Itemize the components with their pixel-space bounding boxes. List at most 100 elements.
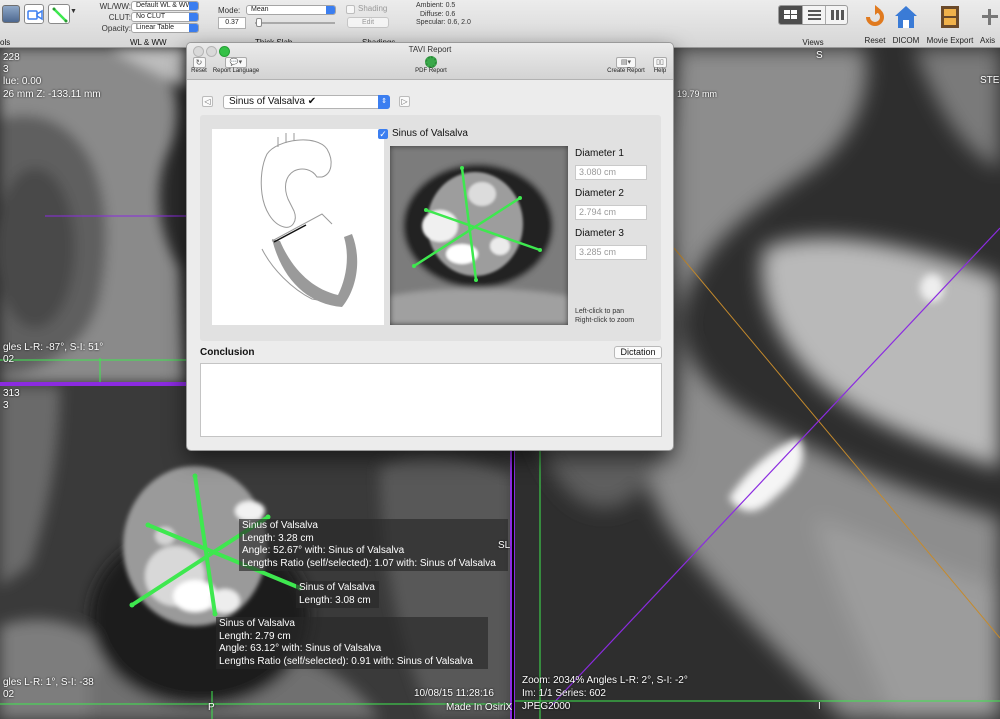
measurement-label-2[interactable]: Sinus of Valsalva Length: 3.08 cm	[296, 581, 379, 608]
window-title: TAVI Report	[408, 45, 452, 54]
pdf-gear-icon	[425, 56, 437, 68]
step-select[interactable]: Sinus of Valsalva ✔ ⇕	[223, 95, 390, 109]
top-left-angles: gles L-R: -87°, S-I: 51°	[3, 342, 104, 353]
tavi-reset-button[interactable]: ↻ Reset	[189, 57, 209, 74]
measurement-1-name: Sinus of Valsalva	[242, 520, 318, 531]
top-left-overlay-line4: 26 mm Z: -133.11 mm	[3, 89, 101, 100]
document-icon: ▤▾	[616, 57, 636, 68]
top-left-overlay-line1: 228	[3, 52, 20, 63]
right-ste-label: STE	[980, 75, 1000, 86]
ambient-value: Ambient: 0.5	[416, 2, 456, 9]
diameter-2-label: Diameter 2	[575, 188, 624, 199]
views-caption: Views	[802, 38, 824, 47]
tool-dropdown-arrow-icon[interactable]: ▼	[70, 8, 77, 15]
create-report-button[interactable]: ▤▾ Create Report	[603, 57, 649, 74]
sinus-checkbox-label: Sinus of Valsalva	[392, 128, 468, 139]
report-language-label: Report Language	[212, 68, 260, 74]
bottom-left-overlay-line1: 313	[3, 388, 20, 399]
tool-3d-icon[interactable]	[2, 5, 20, 23]
reset-circle-icon: ↻	[192, 57, 206, 68]
measurement-label-3[interactable]: Sinus of Valsalva Length: 2.79 cm Angle:…	[216, 617, 488, 669]
right-partial-distance: 19.79 mm	[677, 89, 718, 99]
speech-bubble-icon: 💬▾	[225, 57, 247, 68]
dicom-house-icon	[895, 6, 917, 28]
bottom-left-angles: gles L-R: 1°, S-I: -38	[3, 677, 94, 688]
slab-slider-knob[interactable]	[256, 18, 262, 27]
made-in-osirix: Made In OsiriX	[446, 702, 512, 713]
help-label: Help	[653, 68, 667, 74]
bottom-left-overlay-line2: 3	[3, 400, 9, 411]
main-toolbar: ▼ ols WL/WW: Default WL & WW CLUT: No CL…	[0, 0, 1000, 48]
dictation-button[interactable]: Dictation	[614, 346, 662, 359]
opacity-label: Opacity:	[101, 24, 131, 33]
measure-line-tool-icon[interactable]	[48, 4, 70, 24]
clut-label: CLUT:	[108, 13, 131, 22]
top-left-overlay-line3: lue: 0.00	[3, 76, 42, 87]
slab-thickness-field[interactable]: 0.37	[218, 17, 246, 29]
viewer-top-left[interactable]: 228 3 lue: 0.00 26 mm Z: -133.11 mm gles…	[0, 48, 186, 383]
bottom-left-date: 10/08/15 11:28:16	[414, 688, 494, 699]
help-book-icon: ▯▯	[653, 57, 667, 68]
views-segment	[778, 5, 848, 25]
specular-value: Specular: 0.6, 2.0	[416, 19, 471, 26]
clut-select[interactable]: No CLUT	[131, 12, 199, 22]
bottom-left-p-marker: P	[208, 702, 215, 713]
wl-select[interactable]: Default WL & WW	[131, 1, 199, 11]
measurement-2-name: Sinus of Valsalva	[299, 582, 375, 593]
view-layout-rows-icon[interactable]	[802, 6, 825, 24]
shading-checkbox-label: Shading	[358, 4, 388, 13]
measurement-1-length: Length: 3.28 cm	[242, 532, 314, 544]
bottom-left-sl-marker: SL	[498, 540, 511, 551]
sinus-checkbox[interactable]: ✓	[378, 129, 388, 139]
sinus-panel: ✓ Sinus of Valsalva Diameter 1 3.080 cm	[200, 115, 661, 341]
step-select-value: Sinus of Valsalva ✔	[229, 96, 317, 107]
opacity-select[interactable]: Linear Table	[131, 23, 199, 33]
measurement-label-1[interactable]: Sinus of Valsalva Length: 3.28 cm Angle:…	[239, 519, 508, 571]
top-left-series: 02	[3, 354, 15, 365]
movie-export-button[interactable]: Movie Export	[922, 3, 978, 47]
mode-select[interactable]: Mean	[246, 5, 336, 15]
reset-icon	[866, 5, 884, 26]
movie-export-label: Movie Export	[926, 36, 974, 45]
reset-button[interactable]: Reset	[860, 3, 890, 47]
tools-caption: ols	[0, 38, 11, 47]
shading-edit-button[interactable]: Edit	[347, 17, 389, 28]
measurement-3-angle: Angle: 63.12° with: Sinus of Valsalva	[219, 643, 382, 654]
report-language-button[interactable]: 💬▾ Report Language	[211, 57, 261, 74]
dicom-label: DICOM	[892, 36, 920, 45]
wlww-caption: WL & WW	[130, 38, 167, 47]
bottom-left-series: 02	[3, 689, 15, 700]
conclusion-textarea[interactable]	[200, 363, 662, 437]
reset-label: Reset	[864, 36, 886, 45]
sinus-preview-image[interactable]	[390, 146, 568, 325]
tavi-report-window: TAVI Report ↻ Reset 💬▾ Report Language P…	[186, 42, 674, 451]
next-step-button[interactable]: ▷	[399, 96, 410, 107]
measurement-1-angle: Angle: 52.67° with: Sinus of Valsalva	[242, 545, 405, 556]
measurement-3-length: Length: 2.79 cm	[219, 630, 291, 642]
axis-label: Axis	[980, 36, 996, 45]
axis-plus-icon	[982, 9, 998, 25]
diameter-1-field[interactable]: 3.080 cm	[575, 165, 647, 180]
slab-slider[interactable]	[255, 22, 335, 24]
pdf-report-button[interactable]: PDF Report	[410, 56, 452, 74]
diffuse-value: Diffuse: 0.6	[420, 11, 456, 18]
view-layout-columns-icon[interactable]	[825, 6, 847, 24]
mode-label: Mode:	[218, 6, 241, 15]
previous-step-button[interactable]: ◁	[202, 96, 213, 107]
measurement-3-ratio: Lengths Ratio (self/selected): 0.91 with…	[219, 655, 473, 667]
diameter-3-label: Diameter 3	[575, 228, 624, 239]
video-icon[interactable]	[24, 4, 44, 24]
view-layout-2x2-icon[interactable]	[779, 6, 802, 24]
shading-checkbox[interactable]	[346, 5, 355, 14]
tavi-titlebar[interactable]: TAVI Report ↻ Reset 💬▾ Report Language P…	[187, 43, 673, 80]
right-zoom-angles: Zoom: 2034% Angles L-R: 2°, S-I: -2°	[522, 675, 688, 686]
diameter-3-field[interactable]: 3.285 cm	[575, 245, 647, 260]
measurement-2-length: Length: 3.08 cm	[299, 594, 371, 606]
right-bottom-marker: I	[818, 701, 821, 712]
help-button[interactable]: ▯▯ Help	[649, 57, 671, 74]
zoom-hint: Right-click to zoom	[575, 317, 635, 324]
diameter-2-field[interactable]: 2.794 cm	[575, 205, 647, 220]
dicom-button[interactable]: DICOM	[891, 3, 921, 47]
pan-hint: Left-click to pan	[575, 308, 625, 315]
axis-button[interactable]: Axis	[980, 3, 1000, 47]
